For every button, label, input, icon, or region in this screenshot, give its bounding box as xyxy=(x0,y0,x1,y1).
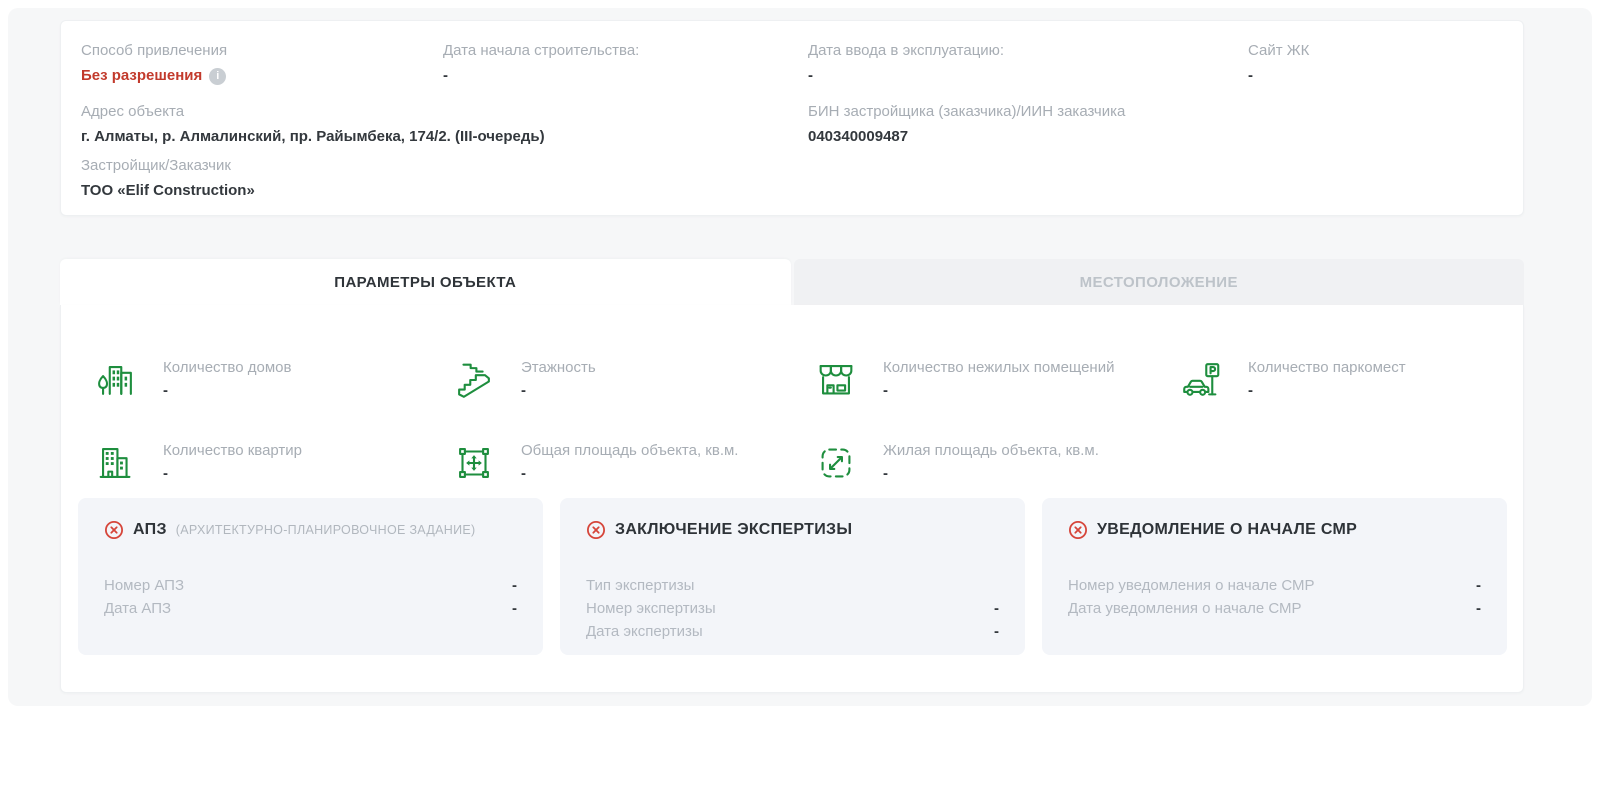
field-value: г. Алматы, р. Алмалинский, пр. Райымбека… xyxy=(81,127,545,147)
doc-row-label: Дата АПЗ xyxy=(104,597,171,620)
field-label: Сайт ЖК xyxy=(1248,41,1309,61)
field-value: 040340009487 xyxy=(808,127,1125,147)
developer-info-card: Способ привлечения Без разрешения i Дата… xyxy=(60,20,1524,216)
doc-row-value: - xyxy=(994,597,999,620)
field-label: Способ привлечения xyxy=(81,41,227,61)
tab-label: МЕСТОПОЛОЖЕНИЕ xyxy=(1080,274,1238,291)
tab-bar: ПАРАМЕТРЫ ОБЪЕКТА МЕСТОПОЛОЖЕНИЕ xyxy=(60,259,1524,305)
doc-row-value: - xyxy=(512,597,517,620)
param-label: Количество домов xyxy=(163,358,291,378)
doc-row-label: Дата экспертизы xyxy=(586,620,703,643)
field-object-address: Адрес объекта г. Алматы, р. Алмалинский,… xyxy=(81,102,545,147)
field-value: - xyxy=(1248,66,1309,86)
doc-row-value: - xyxy=(1476,574,1481,597)
status-missing-icon xyxy=(104,520,124,540)
doc-row: Дата АПЗ - xyxy=(104,597,517,620)
param-value: - xyxy=(1248,382,1406,399)
doc-card-title: АПЗ xyxy=(133,521,167,539)
tab-label: ПАРАМЕТРЫ ОБЪЕКТА xyxy=(334,274,516,291)
field-developer-bin: БИН застройщика (заказчика)/ИИН заказчик… xyxy=(808,102,1125,147)
field-value: ТОО «Elif Construction» xyxy=(81,181,255,201)
stairs-icon xyxy=(451,357,497,403)
param-label: Количество нежилых помещений xyxy=(883,358,1114,378)
parameters-panel: Количество домов - Этажность - xyxy=(60,305,1524,693)
param-value: - xyxy=(883,465,1099,482)
houses-icon xyxy=(93,357,139,403)
doc-row-label: Тип экспертизы xyxy=(586,574,694,597)
param-item-floors: Этажность - xyxy=(451,357,596,403)
parking-icon xyxy=(1178,357,1224,403)
doc-card-expertise: ЗАКЛЮЧЕНИЕ ЭКСПЕРТИЗЫ Тип экспертизы Ном… xyxy=(560,498,1025,655)
doc-row: Номер АПЗ - xyxy=(104,574,517,597)
param-label: Этажность xyxy=(521,358,596,378)
param-value: - xyxy=(883,382,1114,399)
param-item-total-area: Общая площадь объекта, кв.м. - xyxy=(451,440,738,486)
status-missing-icon xyxy=(1068,520,1088,540)
param-label: Количество паркомест xyxy=(1248,358,1406,378)
object-tabs-section: ПАРАМЕТРЫ ОБЪЕКТА МЕСТОПОЛОЖЕНИЕ К xyxy=(60,259,1524,693)
doc-row: Номер уведомления о начале СМР - xyxy=(1068,574,1481,597)
param-item-parking-count: Количество паркомест - xyxy=(1178,357,1406,403)
document-cards-row: АПЗ (АРХИТЕКТУРНО-ПЛАНИРОВОЧНОЕ ЗАДАНИЕ)… xyxy=(78,498,1507,655)
param-item-apartments-count: Количество квартир - xyxy=(93,440,302,486)
field-construction-start-date: Дата начала строительства: - xyxy=(443,41,639,86)
param-label: Общая площадь объекта, кв.м. xyxy=(521,441,738,461)
apartments-icon xyxy=(93,440,139,486)
field-label: БИН застройщика (заказчика)/ИИН заказчик… xyxy=(808,102,1125,122)
field-developer-name: Застройщик/Заказчик ТОО «Elif Constructi… xyxy=(81,156,255,201)
field-value: - xyxy=(443,66,639,86)
area-icon xyxy=(451,440,497,486)
param-item-nonresidential-count: Количество нежилых помещений - xyxy=(813,357,1114,403)
param-value: - xyxy=(521,382,596,399)
doc-row-label: Номер АПЗ xyxy=(104,574,184,597)
field-attraction-method: Способ привлечения Без разрешения i xyxy=(81,41,227,86)
doc-row-value: - xyxy=(1476,597,1481,620)
param-item-living-area: Жилая площадь объекта, кв.м. - xyxy=(813,440,1099,486)
attraction-method-value: Без разрешения xyxy=(81,66,202,86)
field-label: Дата начала строительства: xyxy=(443,41,639,61)
doc-card-title: УВЕДОМЛЕНИЕ О НАЧАЛЕ СМР xyxy=(1097,521,1357,539)
param-label: Количество квартир xyxy=(163,441,302,461)
field-label: Адрес объекта xyxy=(81,102,545,122)
tab-object-parameters[interactable]: ПАРАМЕТРЫ ОБЪЕКТА xyxy=(60,259,791,305)
param-item-houses-count: Количество домов - xyxy=(93,357,291,403)
status-missing-icon xyxy=(586,520,606,540)
doc-row: Дата уведомления о начале СМР - xyxy=(1068,597,1481,620)
doc-row-value: - xyxy=(994,620,999,643)
doc-row-value: - xyxy=(512,574,517,597)
doc-card-title: ЗАКЛЮЧЕНИЕ ЭКСПЕРТИЗЫ xyxy=(615,521,852,539)
doc-row: Номер экспертизы - xyxy=(586,597,999,620)
doc-row: Тип экспертизы xyxy=(586,574,999,597)
tab-location[interactable]: МЕСТОПОЛОЖЕНИЕ xyxy=(794,259,1525,305)
doc-row-label: Дата уведомления о начале СМР xyxy=(1068,597,1302,620)
info-icon[interactable]: i xyxy=(209,68,226,85)
param-value: - xyxy=(163,382,291,399)
doc-row: Дата экспертизы - xyxy=(586,620,999,643)
doc-card-smr-notice: УВЕДОМЛЕНИЕ О НАЧАЛЕ СМР Номер уведомлен… xyxy=(1042,498,1507,655)
param-value: - xyxy=(163,465,302,482)
doc-row-label: Номер уведомления о начале СМР xyxy=(1068,574,1315,597)
param-value: - xyxy=(521,465,738,482)
field-commissioning-date: Дата ввода в эксплуатацию: - xyxy=(808,41,1004,86)
field-complex-site: Сайт ЖК - xyxy=(1248,41,1309,86)
doc-row-label: Номер экспертизы xyxy=(586,597,716,620)
field-value: - xyxy=(808,66,1004,86)
storefront-icon xyxy=(813,357,859,403)
field-label: Дата ввода в эксплуатацию: xyxy=(808,41,1004,61)
doc-card-subtitle: (АРХИТЕКТУРНО-ПЛАНИРОВОЧНОЕ ЗАДАНИЕ) xyxy=(176,523,476,537)
living-area-icon xyxy=(813,440,859,486)
param-label: Жилая площадь объекта, кв.м. xyxy=(883,441,1099,461)
field-label: Застройщик/Заказчик xyxy=(81,156,255,176)
doc-card-apz: АПЗ (АРХИТЕКТУРНО-ПЛАНИРОВОЧНОЕ ЗАДАНИЕ)… xyxy=(78,498,543,655)
